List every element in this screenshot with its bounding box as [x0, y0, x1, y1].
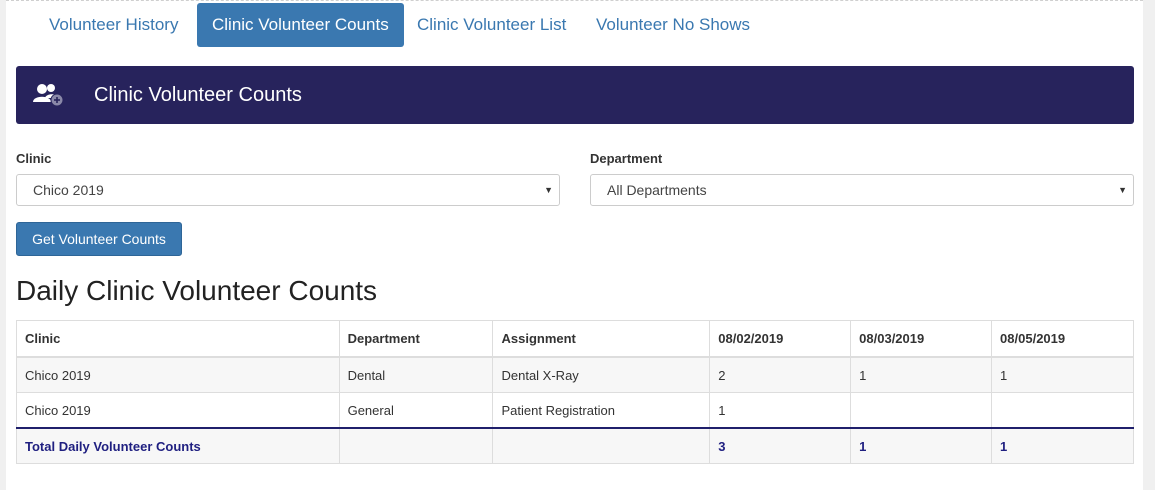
table-cell	[492, 427, 711, 464]
users-add-icon	[33, 84, 64, 107]
table-cell: Chico 2019	[16, 392, 340, 429]
total-cell: 3	[709, 427, 852, 464]
table-cell: General	[338, 392, 494, 429]
table-cell: 1	[709, 392, 852, 429]
total-cell: 1	[850, 427, 993, 464]
tab-volunteer-history[interactable]: Volunteer History	[34, 3, 193, 47]
clinic-label: Clinic	[16, 151, 52, 166]
clinic-select[interactable]: Chico 2019 ▼	[16, 174, 560, 206]
page-title: Clinic Volunteer Counts	[94, 84, 302, 106]
total-label: Total Daily Volunteer Counts	[16, 427, 340, 464]
table-row: Chico 2019 General Patient Registration …	[16, 392, 1134, 429]
table-cell	[991, 392, 1134, 429]
get-volunteer-counts-button[interactable]: Get Volunteer Counts	[16, 222, 182, 256]
column-header[interactable]: Clinic	[16, 320, 340, 358]
table-cell: Dental X-Ray	[492, 356, 711, 393]
results-heading: Daily Clinic Volunteer Counts	[16, 275, 378, 306]
table-cell: Chico 2019	[16, 356, 340, 393]
volunteer-counts-table: Clinic Department Assignment 08/02/2019 …	[16, 320, 1134, 464]
chevron-down-icon: ▼	[544, 185, 553, 195]
table-cell: 2	[709, 356, 852, 393]
total-cell: 1	[991, 427, 1134, 464]
tab-volunteer-no-shows[interactable]: Volunteer No Shows	[581, 3, 765, 47]
column-header[interactable]: 08/05/2019	[991, 320, 1134, 358]
column-header[interactable]: 08/02/2019	[709, 320, 852, 358]
column-header[interactable]: 08/03/2019	[850, 320, 993, 358]
table-cell: 1	[850, 356, 993, 393]
page-banner: Clinic Volunteer Counts	[16, 66, 1134, 124]
department-select[interactable]: All Departments ▼	[590, 174, 1134, 206]
chevron-down-icon: ▼	[1118, 185, 1127, 195]
department-label: Department	[590, 151, 663, 166]
table-cell: Dental	[338, 356, 494, 393]
table-cell: Patient Registration	[492, 392, 711, 429]
tab-clinic-volunteer-list[interactable]: Clinic Volunteer List	[402, 3, 581, 47]
table-row: Chico 2019 Dental Dental X-Ray 2 1 1	[16, 356, 1134, 393]
table-cell	[338, 427, 494, 464]
table-cell	[850, 392, 993, 429]
tab-clinic-volunteer-counts[interactable]: Clinic Volunteer Counts	[197, 3, 404, 47]
column-header[interactable]: Assignment	[492, 320, 711, 358]
column-header[interactable]: Department	[338, 320, 494, 358]
page: Volunteer History Clinic Volunteer Count…	[6, 0, 1143, 490]
department-select-value: All Departments	[607, 182, 707, 198]
table-header-row: Clinic Department Assignment 08/02/2019 …	[16, 320, 1134, 358]
total-row: Total Daily Volunteer Counts 3 1 1	[16, 427, 1134, 464]
tab-bar: Volunteer History Clinic Volunteer Count…	[6, 3, 1143, 47]
table-cell: 1	[991, 356, 1134, 393]
clinic-select-value: Chico 2019	[33, 182, 104, 198]
